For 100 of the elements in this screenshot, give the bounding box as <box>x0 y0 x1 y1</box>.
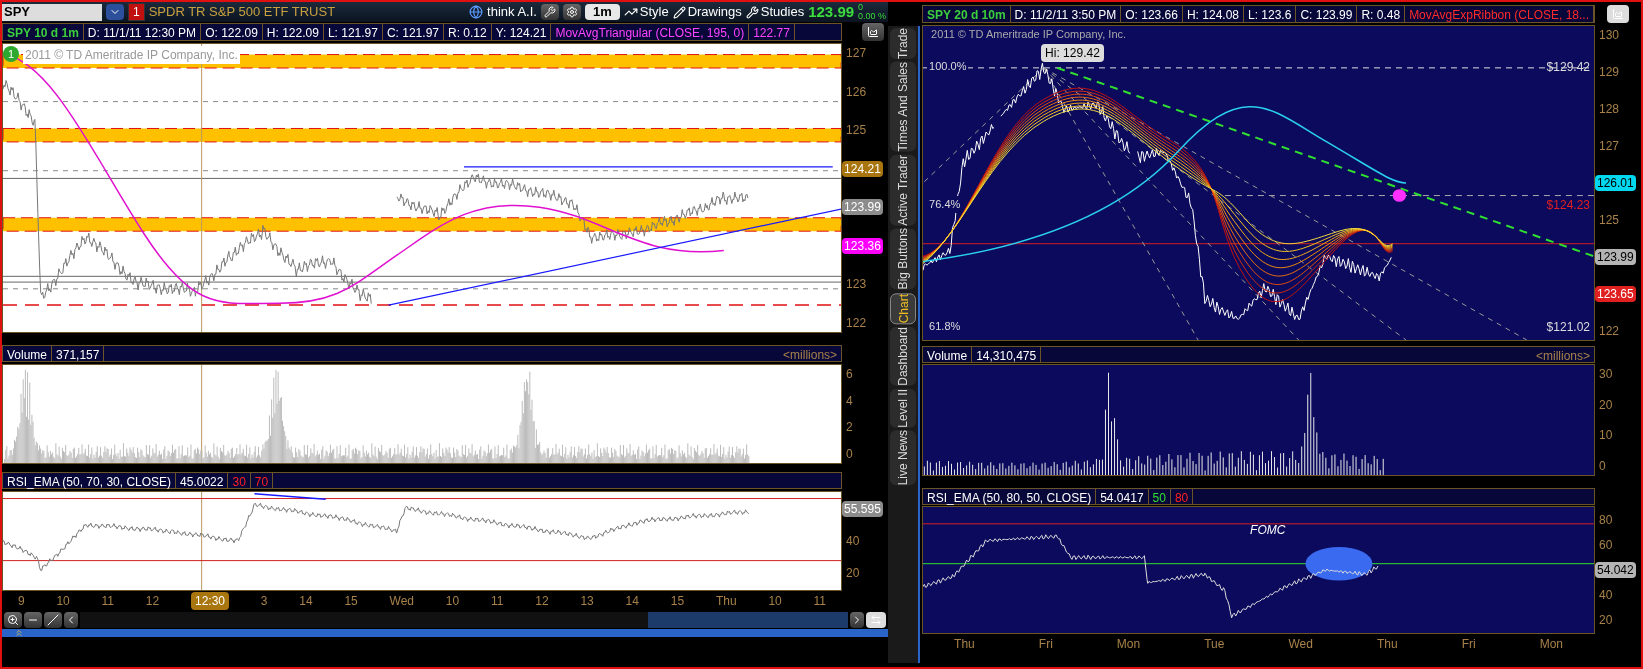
dropdown-button[interactable] <box>106 4 124 20</box>
axis-label: 10 <box>1598 427 1614 444</box>
fit-button[interactable] <box>866 612 887 628</box>
high-label: Hi: 129.42 <box>1041 44 1104 62</box>
time-label: Fri <box>1461 636 1476 653</box>
units-label: <millions> <box>1534 348 1591 362</box>
settings-button[interactable] <box>562 4 581 20</box>
study-label: RSI_EMA (50, 80, 50, CLOSE) <box>923 489 1097 504</box>
ohlc-field: O: 123.66 <box>1121 6 1183 22</box>
side-tab[interactable]: Big Buttons <box>890 228 917 290</box>
fibonacci-price: $129.42 <box>1546 59 1590 76</box>
time-label: 15 <box>344 593 358 610</box>
axis-label: 129 <box>1598 64 1621 80</box>
copyright-notice: 2011 © TD Ameritrade IP Company, Inc. <box>931 27 1127 42</box>
side-tab[interactable]: Chart <box>890 292 917 324</box>
time-label: Wed <box>389 593 415 610</box>
units-label: <millions> <box>782 347 839 361</box>
drawings-button[interactable]: Drawings <box>672 2 742 22</box>
time-label: Thu <box>715 593 737 610</box>
arrows-icon <box>870 614 883 626</box>
alert-badge: 1 <box>128 3 145 21</box>
symbol-description: SPDR TR S&P 500 ETF TRUST <box>148 3 336 22</box>
fibonacci-price: $124.23 <box>1546 197 1590 214</box>
price-badge: 123.99 <box>842 199 883 216</box>
settings-icon <box>565 6 578 18</box>
ohlc-field: H: 122.09 <box>262 24 324 40</box>
price-badge: 123.65 <box>1595 286 1636 302</box>
ohlc-field: H: 124.08 <box>1182 6 1244 22</box>
price-badge: 123.36 <box>842 237 883 254</box>
time-label: 11 <box>491 593 504 610</box>
zoom-out-button[interactable] <box>24 612 42 628</box>
side-tab[interactable]: Live News <box>890 430 917 486</box>
time-label: Thu <box>954 636 975 653</box>
level-value: 80 <box>1170 489 1194 504</box>
level-value: 50 <box>1148 489 1171 504</box>
time-label: 14 <box>625 593 639 610</box>
time-label: Mon <box>1116 636 1141 653</box>
level-value: 30 <box>228 473 251 488</box>
study-value: 14,310,475 <box>972 347 1042 362</box>
time-label: 3 <box>260 593 268 610</box>
scroll-left-button[interactable] <box>64 612 78 628</box>
axis-label: 123 <box>845 276 868 293</box>
percent-change: 0.00 % <box>858 12 887 21</box>
ai-button[interactable]: think A.I. <box>469 2 537 22</box>
study-label: Volume <box>3 346 53 361</box>
studies-button[interactable]: Studies <box>745 2 805 22</box>
globe-icon <box>469 5 484 19</box>
tool-button[interactable] <box>540 4 559 20</box>
interval-button[interactable]: 1m <box>584 4 620 20</box>
area-chart-icon <box>867 26 880 38</box>
axis-label: 2 <box>845 419 854 436</box>
study-value: 371,157 <box>52 346 105 361</box>
ohlc-field: L: 121.97 <box>323 24 383 40</box>
net-change: 0 <box>858 3 865 12</box>
price-badge: 55.595 <box>842 501 883 517</box>
side-tab[interactable]: Level II <box>890 388 917 428</box>
ohlc-field: C: 123.99 <box>1296 6 1358 22</box>
study-value: 122.77 <box>749 24 795 40</box>
time-label: Mon <box>1539 636 1563 653</box>
side-tab[interactable]: Times And Sales <box>890 61 917 152</box>
chart-title: SPY 10 d 1m <box>3 24 84 40</box>
axis-label: 125 <box>1598 212 1621 228</box>
zoom-in-button[interactable] <box>4 612 22 628</box>
axis-label: 30 <box>1598 366 1614 382</box>
time-label: 13 <box>580 593 594 610</box>
axis-label: 130 <box>1598 27 1621 43</box>
ohlc-field: D: 11/2/11 3:50 PM <box>1010 6 1122 22</box>
study-label: RSI_EMA (50, 70, 30, CLOSE) <box>3 473 177 488</box>
chart-settings-button[interactable] <box>1607 5 1629 23</box>
axis-label: 80 <box>1598 512 1614 529</box>
scrollbar-thumb[interactable] <box>648 612 849 628</box>
ohlc-field: R: 0.12 <box>444 24 492 40</box>
axis-label: 6 <box>845 366 854 382</box>
axis-label: 20 <box>1598 611 1614 628</box>
draw-line-button[interactable] <box>44 612 62 628</box>
symbol-field[interactable]: SPY <box>2 3 102 21</box>
side-tab[interactable]: Trade <box>890 28 917 59</box>
time-label: Thu <box>1376 636 1398 653</box>
side-tab[interactable]: Dashboard <box>890 326 917 386</box>
chart-settings-button[interactable] <box>862 23 885 41</box>
side-tab[interactable]: Active Trader <box>890 154 917 226</box>
axis-label: 128 <box>1598 101 1621 117</box>
axis-label: 20 <box>1598 396 1614 413</box>
price-badge: 126.01 <box>1595 175 1636 191</box>
time-label: Fri <box>1038 636 1053 653</box>
price-badge: 123.99 <box>1595 249 1636 265</box>
scroll-right-button[interactable] <box>850 612 865 628</box>
time-label: 10 <box>56 593 70 610</box>
time-label: Tue <box>1204 636 1225 653</box>
style-button[interactable]: Style <box>623 2 669 22</box>
axis-label: 0 <box>845 445 854 462</box>
time-label: 9 <box>17 593 25 610</box>
wrench-icon <box>745 5 759 19</box>
time-label: 15 <box>670 593 685 610</box>
axis-label: 20 <box>845 565 861 581</box>
time-label: 10 <box>445 593 460 610</box>
ohlc-field: D: 11/1/11 12:30 PM <box>83 24 202 40</box>
axis-label: 126 <box>845 83 868 100</box>
axis-label: 127 <box>845 45 868 61</box>
axis-label: 122 <box>845 314 868 331</box>
